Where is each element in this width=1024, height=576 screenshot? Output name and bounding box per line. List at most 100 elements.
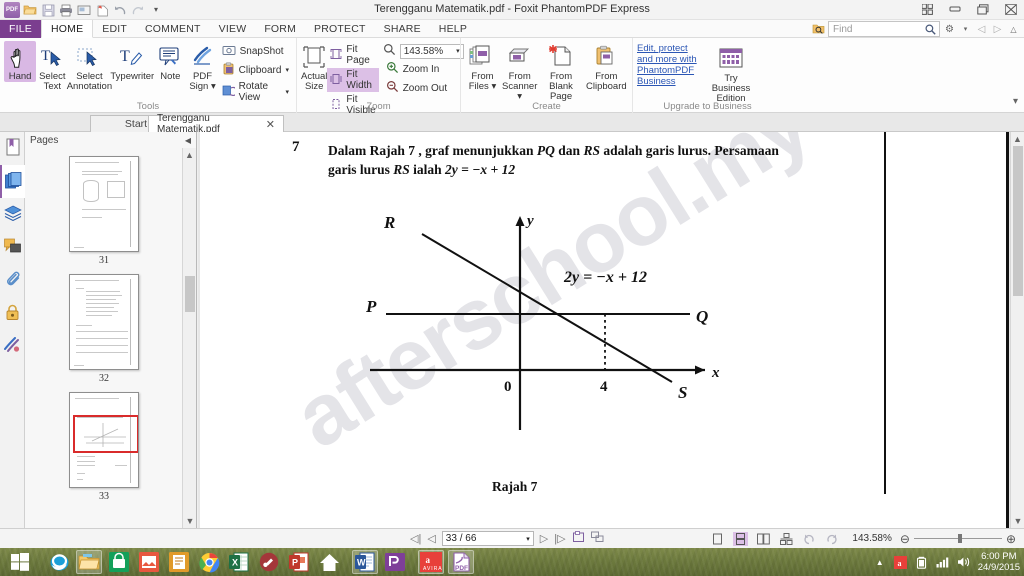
collapse-ribbon-icon[interactable]: △ xyxy=(1007,23,1020,36)
prev-page-button[interactable]: ◁ xyxy=(427,532,435,545)
search-icon[interactable] xyxy=(925,24,936,38)
actual-size-button[interactable]: Actual Size xyxy=(301,41,327,92)
network-icon[interactable] xyxy=(936,555,950,569)
menu-item-protect[interactable]: PROTECT xyxy=(305,20,375,38)
scroll-thumb[interactable] xyxy=(185,276,195,312)
sidebar-item-comments[interactable] xyxy=(0,231,25,264)
menu-item-home[interactable]: HOME xyxy=(40,20,94,38)
powerpoint-icon[interactable]: P xyxy=(286,550,312,574)
hand-tool-button[interactable]: Hand xyxy=(4,41,37,82)
create-from-scanner-button[interactable]: From Scanner ▾ xyxy=(502,41,537,102)
first-page-button[interactable]: ◁| xyxy=(410,532,421,545)
sidebar-item-bookmarks[interactable] xyxy=(0,132,25,165)
pdf-sign-button[interactable]: PDF Sign ▾ xyxy=(186,41,218,92)
create-from-files-button[interactable]: From Files ▾ xyxy=(465,41,500,92)
word-icon[interactable]: W xyxy=(352,550,378,574)
menu-item-form[interactable]: FORM xyxy=(255,20,305,38)
zoom-in-icon[interactable]: ⊕ xyxy=(1006,532,1016,546)
close-button[interactable] xyxy=(1004,2,1018,16)
start-button[interactable] xyxy=(0,548,40,576)
zoom-level-input[interactable]: 143.58% ▾ xyxy=(399,43,464,59)
separate-cover-icon[interactable] xyxy=(779,532,794,546)
create-from-blank-page-button[interactable]: From Blank Page xyxy=(539,41,582,102)
menu-item-edit[interactable]: EDIT xyxy=(93,20,136,38)
avira-tray-icon[interactable]: a xyxy=(894,555,908,569)
scroll-down-icon[interactable]: ▼ xyxy=(183,514,197,528)
zoom-out-button[interactable]: Zoom Out xyxy=(383,79,464,97)
store-icon[interactable] xyxy=(106,550,132,574)
close-icon[interactable]: ✕ xyxy=(266,118,275,131)
thumbnail-item[interactable]: 33 xyxy=(25,392,183,502)
ribbon-options-icon[interactable] xyxy=(920,2,934,16)
zoom-slider-track[interactable] xyxy=(913,534,1002,543)
menu-item-view[interactable]: VIEW xyxy=(210,20,256,38)
zoom-out-icon[interactable]: ⊖ xyxy=(900,532,910,546)
excel-icon[interactable]: X xyxy=(226,550,252,574)
maximize-button[interactable] xyxy=(976,2,990,16)
document-viewer[interactable]: afterschool.my 7 Dalam Rajah 7 , graf me… xyxy=(198,132,1024,528)
find-input[interactable]: Find xyxy=(828,21,940,37)
avira-icon[interactable]: a AVIRA xyxy=(418,550,444,574)
panel-collapse-icon[interactable]: ◀ xyxy=(185,136,191,145)
create-from-clipboard-button[interactable]: From Clipboard xyxy=(585,41,628,92)
reader-icon[interactable] xyxy=(166,550,192,574)
upgrade-business-link[interactable]: Edit, protect and more with PhantomPDF B… xyxy=(637,43,699,87)
menu-item-file[interactable]: FILE xyxy=(0,20,41,38)
fit-page-button[interactable]: Fit Page xyxy=(327,43,378,67)
continuous-icon[interactable] xyxy=(732,531,748,546)
page-thumbnail-32[interactable] xyxy=(69,274,139,370)
rotate-right-icon[interactable] xyxy=(825,532,840,546)
search-scope-icon[interactable] xyxy=(812,23,825,36)
last-page-button[interactable]: |▷ xyxy=(554,532,565,545)
pages-panel-scrollbar[interactable]: ▲ ▼ xyxy=(182,148,196,528)
zoom-in-button[interactable]: Zoom In xyxy=(383,60,464,78)
rotate-left-icon[interactable] xyxy=(802,532,817,546)
sidebar-item-attachments[interactable] xyxy=(0,264,25,297)
split-view-status-icon[interactable] xyxy=(590,531,604,546)
menu-item-help[interactable]: HELP xyxy=(430,20,476,38)
find-prev-icon[interactable]: ◁ xyxy=(975,23,988,36)
chevron-down-icon[interactable]: ▾ xyxy=(959,23,972,36)
next-page-button[interactable]: ▷ xyxy=(540,532,548,545)
battery-icon[interactable] xyxy=(915,555,929,569)
minimize-button[interactable] xyxy=(948,2,962,16)
google-chrome-icon[interactable] xyxy=(196,550,222,574)
scroll-down-icon[interactable]: ▼ xyxy=(1011,514,1024,528)
zoom-slider[interactable]: ⊖ ⊕ xyxy=(900,532,1016,546)
zoom-slider-knob[interactable] xyxy=(957,534,962,543)
ribbon-collapse-icon[interactable]: ▾ xyxy=(1013,96,1018,107)
select-annotation-button[interactable]: Select Annotation xyxy=(67,41,112,92)
rotate-view-dropdown-icon[interactable]: ▾ xyxy=(285,88,289,96)
sidebar-item-security[interactable] xyxy=(0,297,25,330)
file-explorer-icon[interactable] xyxy=(76,550,102,574)
volume-icon[interactable] xyxy=(957,555,971,569)
thumbnail-item[interactable]: 32 xyxy=(25,274,183,384)
fit-page-status-icon[interactable] xyxy=(572,531,585,546)
internet-explorer-icon[interactable] xyxy=(46,550,72,574)
menu-item-share[interactable]: SHARE xyxy=(375,20,430,38)
page-thumbnail-33[interactable] xyxy=(69,392,139,488)
thumbnail-item[interactable]: 31 xyxy=(25,156,183,266)
try-business-edition-button[interactable]: Try Business Edition xyxy=(705,43,757,104)
publisher-icon[interactable] xyxy=(382,550,408,574)
sidebar-item-layers[interactable] xyxy=(0,198,25,231)
select-text-button[interactable]: T Select Text xyxy=(36,41,68,92)
taskbar-clock[interactable]: 6:00 PM 24/9/2015 xyxy=(978,551,1020,573)
show-hidden-icons-button[interactable]: ▲ xyxy=(873,555,887,569)
single-page-icon[interactable] xyxy=(710,532,725,546)
fit-width-button[interactable]: Fit Width xyxy=(327,68,379,92)
find-next-icon[interactable]: ▷ xyxy=(991,23,1004,36)
home-icon[interactable] xyxy=(316,550,342,574)
page-thumbnail-31[interactable] xyxy=(69,156,139,252)
scroll-up-icon[interactable]: ▲ xyxy=(1011,132,1024,146)
facing-icon[interactable] xyxy=(756,532,771,546)
document-scrollbar[interactable]: ▲ ▼ xyxy=(1010,132,1024,528)
clipboard-dropdown-icon[interactable]: ▾ xyxy=(285,66,289,74)
scroll-thumb[interactable] xyxy=(1013,146,1023,296)
scroll-up-icon[interactable]: ▲ xyxy=(183,148,196,162)
access-icon[interactable] xyxy=(256,550,282,574)
gear-icon[interactable]: ⚙ xyxy=(943,23,956,36)
tab-terengganu-matematik[interactable]: Terengganu Matematik.pdf ✕ xyxy=(148,113,284,135)
page-thumbnail-list[interactable]: 31 32 33 xyxy=(25,148,183,528)
foxit-pdf-icon[interactable]: PDF xyxy=(448,550,474,574)
